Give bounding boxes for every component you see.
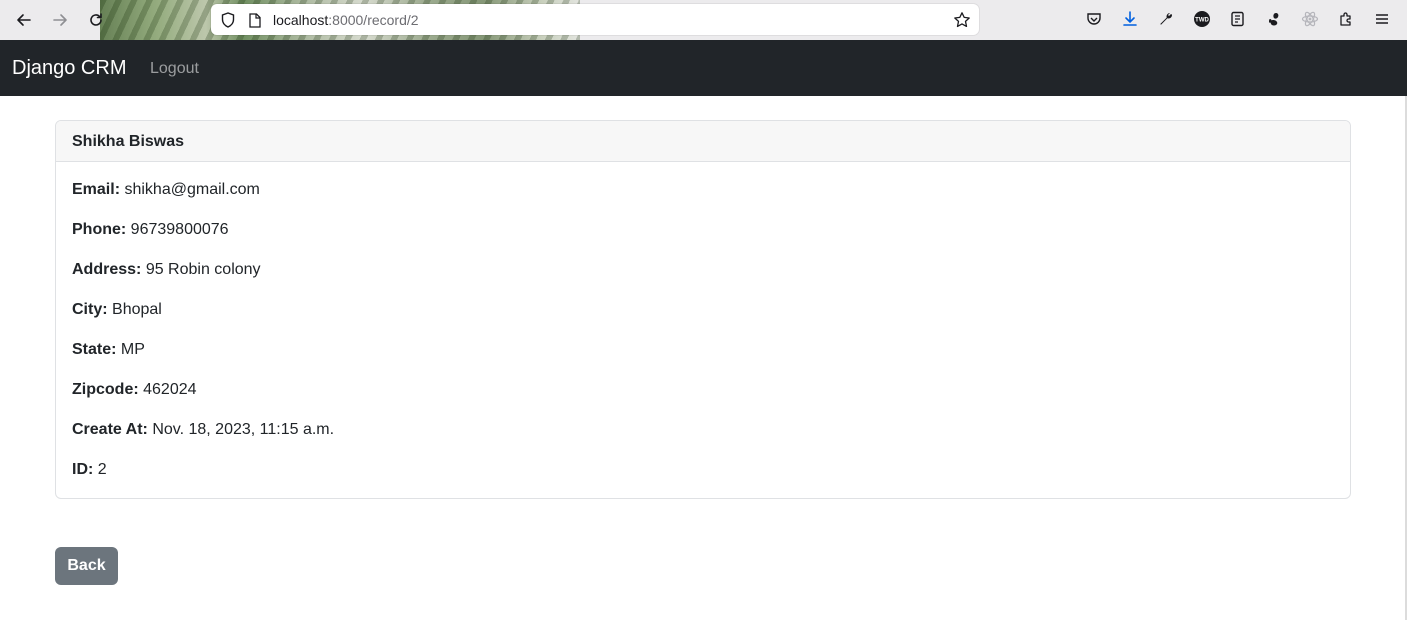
- page-icon[interactable]: [246, 11, 264, 29]
- twd-extension-icon[interactable]: TWD: [1192, 9, 1212, 29]
- shield-icon[interactable]: [219, 11, 237, 29]
- field-created-at: Create At: Nov. 18, 2023, 11:15 a.m.: [72, 421, 1334, 461]
- field-label: Address:: [72, 261, 142, 278]
- field-phone: Phone: 96739800076: [72, 221, 1334, 261]
- field-state: State: MP: [72, 341, 1334, 381]
- field-label: State:: [72, 341, 117, 358]
- back-button-label: Back: [67, 557, 106, 574]
- svg-text:TWD: TWD: [1195, 18, 1209, 24]
- navbar-brand[interactable]: Django CRM: [12, 57, 126, 80]
- field-value: 462024: [143, 381, 197, 398]
- menu-icon[interactable]: [1372, 9, 1392, 29]
- field-email: Email: shikha@gmail.com: [72, 181, 1334, 221]
- field-zipcode: Zipcode: 462024: [72, 381, 1334, 421]
- browser-toolbar: localhost:8000/record/2 TWD: [0, 0, 1407, 40]
- extensions-icon[interactable]: [1336, 9, 1356, 29]
- address-bar[interactable]: localhost:8000/record/2: [211, 4, 979, 35]
- logout-link[interactable]: Logout: [150, 60, 199, 78]
- field-label: ID:: [72, 461, 94, 478]
- field-label: Email:: [72, 181, 121, 198]
- field-value: Nov. 18, 2023, 11:15 a.m.: [152, 421, 335, 438]
- wrench-icon[interactable]: [1156, 9, 1176, 29]
- url-host: localhost: [273, 12, 329, 28]
- bookmark-star-icon[interactable]: [953, 11, 971, 29]
- url-path: :8000/record/2: [328, 12, 419, 28]
- field-value: 96739800076: [130, 221, 229, 238]
- react-devtools-icon[interactable]: [1300, 9, 1320, 29]
- field-label: Create At:: [72, 421, 148, 438]
- download-icon[interactable]: [1120, 9, 1140, 29]
- pocket-icon[interactable]: [1084, 9, 1104, 29]
- record-title: Shikha Biswas: [56, 121, 1350, 162]
- forward-arrow-icon[interactable]: [48, 8, 72, 32]
- field-value: 95 Robin colony: [145, 261, 261, 278]
- field-value: shikha@gmail.com: [124, 181, 260, 198]
- field-label: Zipcode:: [72, 381, 139, 398]
- gnome-extension-icon[interactable]: [1264, 9, 1284, 29]
- record-details: Email: shikha@gmail.com Phone: 967398000…: [56, 162, 1350, 498]
- field-value: Bhopal: [112, 301, 162, 318]
- reader-icon[interactable]: [1228, 9, 1248, 29]
- field-value: 2: [97, 461, 107, 478]
- field-value: MP: [120, 341, 145, 358]
- record-card: Shikha Biswas Email: shikha@gmail.com Ph…: [55, 120, 1351, 499]
- field-id: ID: 2: [72, 461, 1334, 498]
- reload-icon[interactable]: [84, 8, 108, 32]
- field-label: Phone:: [72, 221, 127, 238]
- url-text[interactable]: localhost:8000/record/2: [273, 12, 419, 28]
- app-navbar: Django CRM Logout: [0, 40, 1407, 96]
- back-button[interactable]: Back: [55, 547, 118, 585]
- field-city: City: Bhopal: [72, 301, 1334, 341]
- field-label: City:: [72, 301, 108, 318]
- back-arrow-icon[interactable]: [12, 8, 36, 32]
- field-address: Address: 95 Robin colony: [72, 261, 1334, 301]
